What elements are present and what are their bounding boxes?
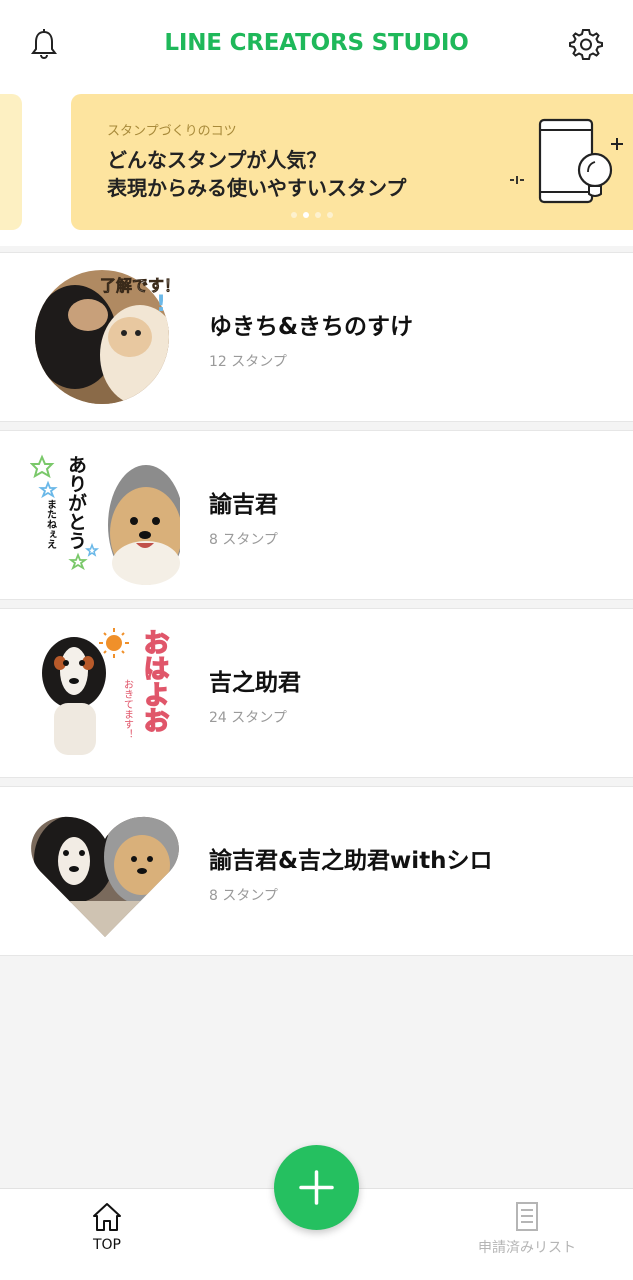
- sticker-set-name: 諭吉君&吉之助君withシロ: [209, 848, 493, 874]
- tablet-lightbulb-icon: [510, 118, 623, 204]
- sticker-set-name: 諭吉君: [209, 492, 278, 518]
- sticker-count: 8 スタンプ: [209, 888, 278, 904]
- sticker-set-item[interactable]: おはよお おきてます！ 吉之助君 24 スタンプ: [0, 608, 633, 778]
- sticker-set-item[interactable]: 了解です！ ! ゆきち&きちのすけ 12 スタンプ: [0, 252, 633, 422]
- banner-headline: どんなスタンプが人気？ 表現からみる使いやすいスタンプ: [107, 148, 407, 200]
- exclamation-mark: !: [156, 292, 166, 317]
- sticker-set-name: ゆきち&きちのすけ: [209, 314, 414, 340]
- sticker-set-item[interactable]: ありがとう またねぇえ 諭吉君 8 スタンプ: [0, 430, 633, 600]
- sticker-set-item[interactable]: 諭吉君&吉之助君withシロ 8 スタンプ: [0, 786, 633, 956]
- document-list-icon: [516, 1202, 538, 1231]
- pagination-dot: [315, 212, 321, 218]
- nav-tab-submitted-list[interactable]: 申請済みリスト: [457, 1201, 597, 1257]
- sticker-set-list: 了解です！ ! ゆきち&きちのすけ 12 スタンプ ありがとう またねぇえ 諭吉…: [0, 252, 633, 964]
- ohayo-cavalier-thumbnail: おはよお おきてます！: [42, 628, 170, 755]
- circle-dogs-thumbnail: 了解です！ !: [35, 270, 180, 404]
- nav-tab-top[interactable]: TOP: [37, 1201, 177, 1253]
- app-screen: LINE CREATORS STUDIO スタンプづくりのコツ どんなスタンプが…: [0, 0, 633, 1280]
- gear-icon[interactable]: [568, 26, 604, 62]
- nav-tab-label: TOP: [92, 1237, 121, 1253]
- banner-pagination: [291, 212, 333, 218]
- home-icon: [93, 1203, 121, 1231]
- sticker-thumb-text: おはよお: [139, 629, 169, 733]
- pagination-dot-active: [303, 212, 309, 218]
- nav-tab-label: 申請済みリスト: [478, 1240, 576, 1256]
- previous-banner-peek[interactable]: [0, 94, 22, 230]
- app-title: LINE CREATORS STUDIO: [164, 30, 469, 56]
- sticker-thumb-subtext: おきてます！: [122, 679, 134, 739]
- banner-eyebrow: スタンプづくりのコツ: [107, 124, 237, 139]
- sticker-thumb-subtext: またねぇえ: [45, 499, 57, 550]
- sticker-count: 24 スタンプ: [209, 710, 287, 726]
- add-sticker-button[interactable]: [274, 1145, 359, 1230]
- pagination-dot: [291, 212, 297, 218]
- heart-dogs-thumbnail: [31, 816, 179, 938]
- plus-icon: [299, 1170, 334, 1205]
- sticker-thumb-text: 了解です！: [100, 276, 180, 295]
- pagination-dot: [327, 212, 333, 218]
- top-header: LINE CREATORS STUDIO: [0, 0, 633, 88]
- banner-carousel[interactable]: スタンプづくりのコツ どんなスタンプが人気？ 表現からみる使いやすいスタンプ: [0, 88, 633, 246]
- arigatou-pomeranian-thumbnail: ありがとう またねぇえ: [30, 454, 180, 585]
- tips-banner[interactable]: スタンプづくりのコツ どんなスタンプが人気？ 表現からみる使いやすいスタンプ: [71, 94, 633, 230]
- sticker-thumb-text: ありがとう: [65, 455, 87, 550]
- sticker-count: 8 スタンプ: [209, 532, 278, 548]
- sticker-count: 12 スタンプ: [209, 354, 287, 370]
- sticker-set-name: 吉之助君: [209, 670, 301, 696]
